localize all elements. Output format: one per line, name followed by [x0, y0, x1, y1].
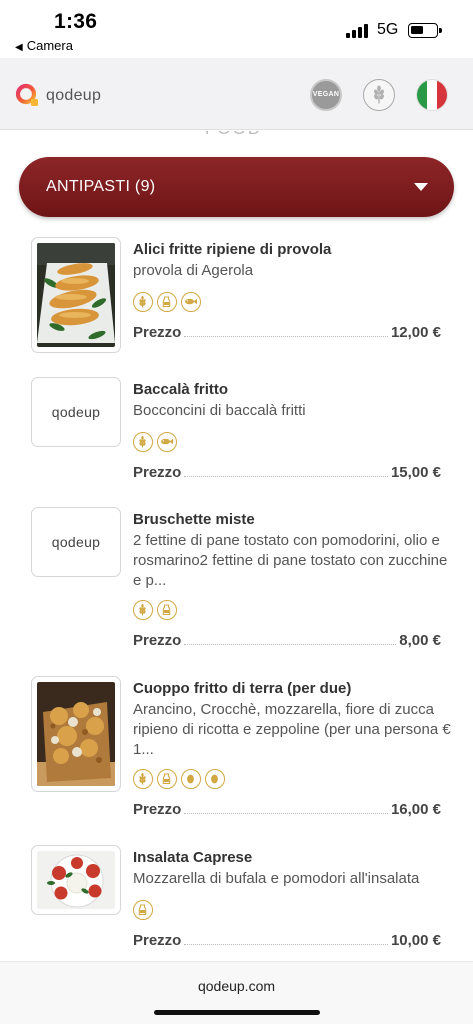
price-leader-dots — [184, 336, 388, 337]
allergen-icons — [133, 769, 229, 791]
item-thumbnail — [31, 676, 121, 792]
price-leader-dots — [184, 944, 388, 945]
italian-flag-icon[interactable] — [416, 79, 448, 111]
price-label: Prezzo — [133, 324, 182, 341]
item-price: 12,00 € — [390, 324, 441, 341]
menu-item[interactable]: qodeup Bruschette miste 2 fettine di pan… — [0, 507, 473, 657]
qodeup-logo-icon — [15, 83, 38, 106]
menu-item[interactable]: Cuoppo fritto di terra (per due) Arancin… — [0, 676, 473, 826]
category-accordion-antipasti[interactable]: ANTIPASTI (9) — [19, 157, 454, 217]
fried-anchovies-photo — [37, 243, 115, 347]
item-thumbnail — [31, 237, 121, 353]
wheat-icon — [133, 292, 153, 312]
thumb-logo-text: qodeup — [51, 534, 101, 550]
status-time: 1:36 — [54, 10, 98, 33]
price-label: Prezzo — [133, 801, 182, 818]
fish-icon — [157, 432, 177, 452]
thumb-logo-text: qodeup — [51, 404, 101, 420]
item-price: 8,00 € — [399, 632, 441, 649]
milk-icon — [157, 769, 177, 789]
battery-icon — [408, 23, 442, 38]
wheat-icon — [133, 769, 153, 789]
price-row: Prezzo 8,00 € — [133, 629, 441, 649]
allergen-icons — [133, 432, 181, 454]
item-description: 2 fettine di pane tostato con pomodorini… — [133, 532, 448, 589]
gluten-filter-icon[interactable] — [363, 79, 395, 111]
item-name: Cuoppo fritto di terra (per due) — [133, 680, 352, 697]
back-to-camera-link[interactable]: ◀ Camera — [15, 38, 73, 53]
logo-text: qodeup — [46, 87, 102, 104]
item-thumbnail: qodeup — [31, 377, 121, 447]
back-arrow-icon: ◀ — [15, 42, 23, 53]
milk-icon — [157, 292, 177, 312]
egg-icon — [205, 769, 225, 789]
item-description: Arancino, Crocchè, mozzarella, fiore di … — [133, 701, 451, 758]
allergen-icons — [133, 600, 181, 622]
scrolled-text-fragment: FOOD — [205, 131, 262, 139]
item-thumbnail — [31, 845, 121, 915]
price-row: Prezzo 15,00 € — [133, 461, 441, 481]
price-label: Prezzo — [133, 464, 182, 481]
milk-icon — [133, 900, 153, 920]
item-description: Bocconcini di baccalà fritti — [133, 402, 306, 419]
browser-footer: qodeup.com — [0, 961, 473, 1024]
item-price: 15,00 € — [390, 464, 441, 481]
network-type: 5G — [377, 21, 399, 38]
home-indicator[interactable] — [154, 1010, 320, 1015]
item-thumbnail: qodeup — [31, 507, 121, 577]
fish-icon — [181, 292, 201, 312]
price-row: Prezzo 16,00 € — [133, 798, 441, 818]
allergen-icons — [133, 900, 157, 922]
chevron-down-icon — [414, 183, 428, 191]
wheat-icon — [133, 600, 153, 620]
price-leader-dots — [184, 644, 397, 645]
menu-item[interactable]: Alici fritte ripiene di provola provola … — [0, 237, 473, 357]
menu-item[interactable]: Insalata Caprese Mozzarella di bufala e … — [0, 845, 473, 961]
item-description: Mozzarella di bufala e pomodori all'insa… — [133, 870, 420, 887]
item-price: 10,00 € — [390, 932, 441, 949]
price-row: Prezzo 12,00 € — [133, 321, 441, 341]
item-name: Insalata Caprese — [133, 849, 253, 866]
qodeup-logo[interactable]: qodeup — [14, 82, 101, 110]
item-name: Alici fritte ripiene di provola — [133, 241, 332, 258]
vegan-filter-icon[interactable]: VEGAN — [310, 79, 342, 111]
vegan-badge-text: VEGAN — [312, 91, 340, 98]
menu-content: FOOD ANTIPASTI (9) — [0, 131, 473, 961]
signal-icon — [346, 24, 370, 38]
allergen-icons — [133, 292, 205, 314]
caprese-salad-photo — [37, 851, 115, 909]
egg-icon — [181, 769, 201, 789]
item-price: 16,00 € — [390, 801, 441, 818]
wheat-icon — [374, 85, 384, 104]
menu-item[interactable]: qodeup Baccalà fritto Bocconcini di bacc… — [0, 377, 473, 487]
category-label: ANTIPASTI (9) — [46, 178, 156, 195]
price-leader-dots — [184, 476, 388, 477]
back-label: Camera — [26, 38, 73, 53]
item-name: Bruschette miste — [133, 511, 255, 528]
item-description: provola di Agerola — [133, 262, 254, 279]
price-label: Prezzo — [133, 632, 182, 649]
status-bar: 1:36 ◀ Camera 5G — [0, 0, 473, 58]
wheat-icon — [133, 432, 153, 452]
url-label[interactable]: qodeup.com — [0, 978, 473, 994]
price-row: Prezzo 10,00 € — [133, 929, 441, 949]
item-name: Baccalà fritto — [133, 381, 229, 398]
price-label: Prezzo — [133, 932, 182, 949]
app-header: qodeup VEGAN — [0, 58, 473, 130]
fried-cuoppo-photo — [37, 682, 115, 786]
price-leader-dots — [184, 813, 388, 814]
milk-icon — [157, 600, 177, 620]
